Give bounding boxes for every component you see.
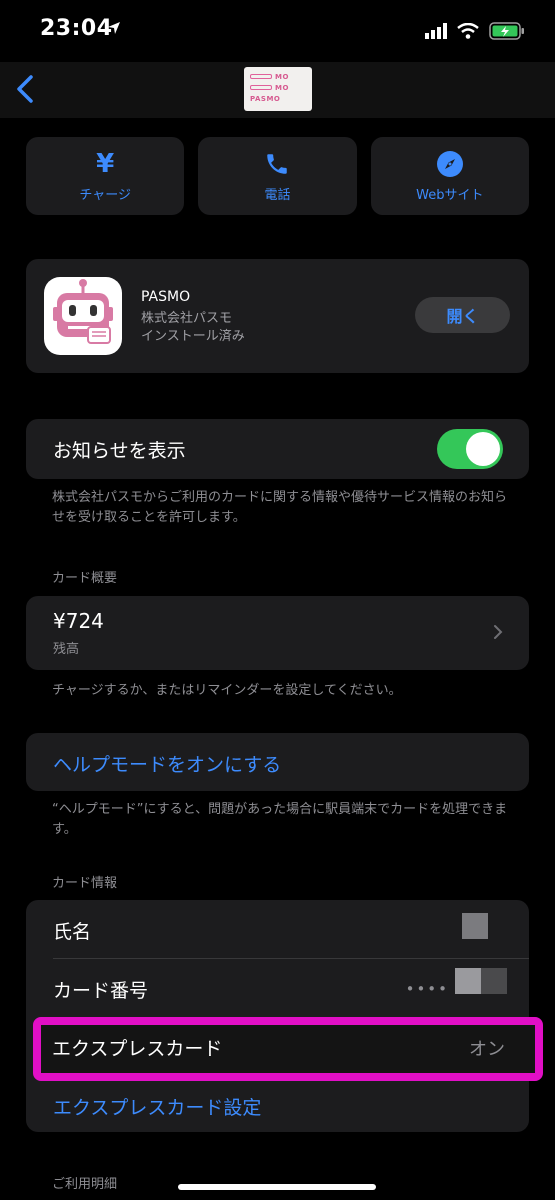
location-arrow-icon <box>108 22 120 34</box>
name-label: 氏名 <box>53 921 92 943</box>
app-name: PASMO <box>141 289 191 305</box>
chevron-right-icon <box>494 625 503 639</box>
app-install-status: インストール済み <box>141 329 245 344</box>
balance-row[interactable]: ¥724 残高 <box>26 596 529 670</box>
status-icons <box>425 22 525 40</box>
action-row: ¥ チャージ 電話 Webサイト <box>26 137 529 215</box>
card-info-header: カード情報 <box>52 876 118 891</box>
express-card-value: オン <box>469 1039 505 1060</box>
summary-header: カード概要 <box>52 571 118 586</box>
open-app-button[interactable]: 開く <box>415 297 510 333</box>
website-label: Webサイト <box>416 187 484 203</box>
back-chevron-icon[interactable] <box>14 74 36 104</box>
card-thumb-text-1: MO <box>275 72 289 81</box>
phone-button[interactable]: 電話 <box>198 137 357 215</box>
compass-icon <box>436 150 464 178</box>
status-bar: 23:04 <box>0 0 555 62</box>
phone-icon <box>264 150 290 178</box>
help-mode-footnote: “ヘルプモード”にすると、問題があった場合に駅員端末でカードを処理できます。 <box>52 802 508 837</box>
battery-icon <box>489 22 524 40</box>
express-card-label: エクスプレスカード <box>52 1038 223 1060</box>
notifications-footnote: 株式会社パスモからご利用のカードに関する情報や優待サービス情報のお知らせを受け取… <box>52 490 508 525</box>
card-number-label: カード番号 <box>53 980 149 1002</box>
history-header: ご利用明細 <box>52 1177 118 1192</box>
charge-label: チャージ <box>79 187 131 203</box>
nav-bar: MO MO PASMO <box>0 62 555 118</box>
website-button[interactable]: Webサイト <box>370 137 529 215</box>
balance-caption: 残高 <box>53 642 80 657</box>
help-mode-link[interactable]: ヘルプモードをオンにする <box>53 750 281 777</box>
card-thumb-text-2: MO <box>275 83 289 92</box>
cellular-icon <box>425 23 447 39</box>
card-info-group: 氏名 カード番号 •••• エクスプレスカード設定 <box>26 900 529 1132</box>
card-thumb-text-3: PASMO <box>250 94 281 103</box>
express-card-settings-link[interactable]: エクスプレスカード設定 <box>53 1093 261 1120</box>
balance-value: ¥724 <box>53 609 104 633</box>
notifications-group: お知らせを表示 <box>26 419 529 479</box>
name-redacted <box>462 913 488 939</box>
summary-footnote: チャージするか、またはリマインダーを設定してください。 <box>52 683 402 698</box>
card-thumbnail: MO MO PASMO <box>244 67 312 111</box>
card-number-redacted <box>455 968 507 994</box>
express-card-row[interactable]: エクスプレスカード オン <box>33 1017 543 1081</box>
help-mode-row[interactable]: ヘルプモードをオンにする <box>26 733 529 791</box>
home-indicator[interactable] <box>178 1184 376 1190</box>
phone-label: 電話 <box>264 187 291 203</box>
app-company: 株式会社パスモ <box>141 311 233 326</box>
notifications-label: お知らせを表示 <box>53 440 186 462</box>
status-time: 23:04 <box>40 16 113 41</box>
yen-icon: ¥ <box>96 148 115 179</box>
card-number-dots: •••• <box>405 980 449 998</box>
charge-button[interactable]: ¥ チャージ <box>26 137 185 215</box>
app-card: PASMO 株式会社パスモ インストール済み 開く <box>26 259 529 373</box>
pasmo-robot-icon <box>44 277 122 355</box>
wifi-icon <box>457 23 479 39</box>
notifications-toggle[interactable] <box>437 429 503 469</box>
